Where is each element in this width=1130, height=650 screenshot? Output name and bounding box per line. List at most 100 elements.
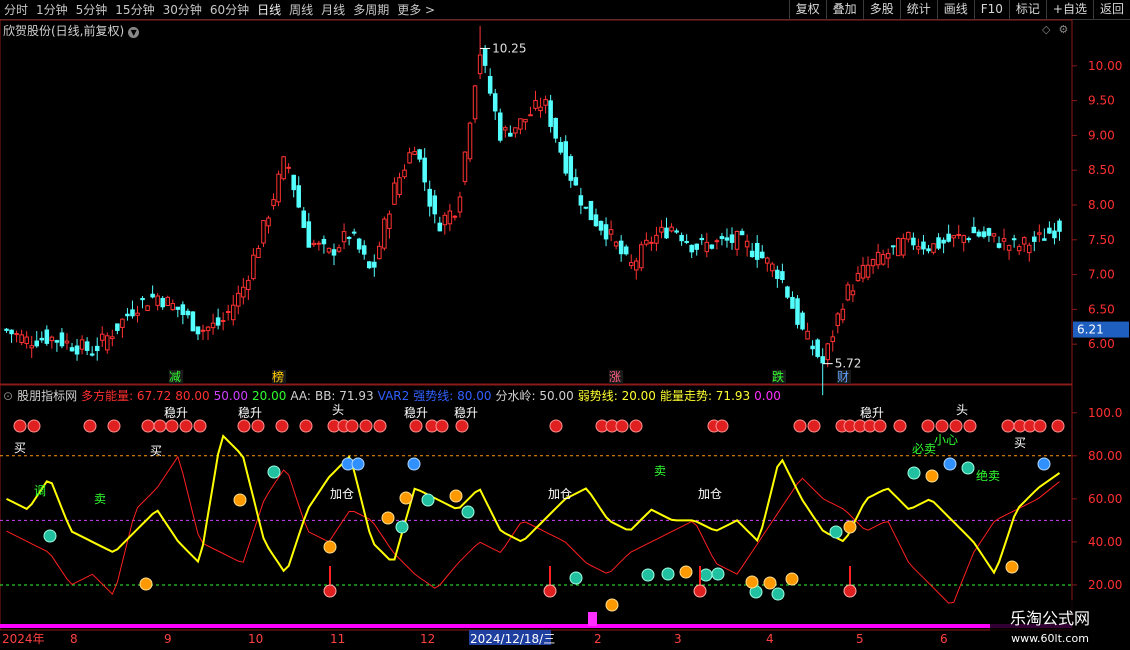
signal-ball-red — [455, 419, 469, 433]
up-arrow-ball — [693, 584, 707, 598]
signal-ball-blue — [1037, 457, 1051, 471]
candle-body — [402, 169, 407, 178]
candle-body — [130, 309, 135, 317]
candle-body — [120, 318, 125, 328]
candle-body — [563, 141, 569, 174]
candle-body — [145, 305, 150, 311]
signal-ball-red — [615, 419, 629, 433]
signal-ball-red — [873, 419, 887, 433]
signal-ball-red — [963, 419, 977, 433]
candle-body — [694, 243, 700, 250]
candle-body — [780, 271, 785, 281]
price-tick-label: 6.50 — [1088, 302, 1115, 316]
signal-ball-red — [141, 419, 155, 433]
candle-body — [744, 240, 750, 248]
candle-body — [89, 353, 95, 356]
candle-body — [845, 284, 851, 301]
candle-body — [321, 238, 327, 245]
signal-ball-green — [661, 567, 675, 581]
candle-body — [679, 234, 684, 242]
candle-body — [608, 229, 614, 235]
candle-body — [326, 247, 332, 253]
candle-body — [618, 240, 624, 255]
signal-ball-red — [1051, 419, 1065, 433]
candle-body — [593, 214, 599, 227]
signal-label: 小心 — [934, 433, 958, 447]
signal-ball-red — [1033, 419, 1047, 433]
candle-body — [160, 297, 165, 308]
candle-body — [860, 264, 866, 279]
candle-body — [492, 93, 498, 112]
signal-label: 加仓 — [548, 487, 572, 501]
candle-body — [518, 118, 523, 130]
signal-label: 绝卖 — [976, 468, 1000, 483]
candle-body — [49, 336, 55, 342]
candle-body — [412, 151, 417, 155]
candle-body — [840, 308, 846, 321]
signal-ball-red — [715, 419, 729, 433]
price-marker: 榜 — [272, 369, 284, 384]
signal-label: 稳升 — [164, 405, 188, 420]
candle-body — [729, 234, 735, 243]
signal-ball-red — [629, 419, 643, 433]
indicator-tick-label: 100.0 — [1088, 406, 1122, 420]
candle-body — [256, 247, 261, 258]
candle-body — [79, 339, 85, 350]
signal-ball-red — [921, 419, 935, 433]
candle-body — [291, 174, 296, 191]
candle-body — [936, 237, 941, 249]
watermark-url: www.60lt.com — [1011, 632, 1089, 645]
candle-body — [639, 244, 644, 269]
signal-ball-orange — [233, 493, 247, 507]
date-label: 8 — [70, 632, 78, 646]
candle-body — [210, 322, 216, 329]
candle-body — [215, 317, 221, 326]
candle-body — [266, 217, 271, 227]
candle-body — [306, 221, 312, 248]
candle-body — [855, 272, 861, 282]
signal-ball-orange — [449, 489, 463, 503]
candle-body — [684, 240, 689, 243]
candle-body — [850, 290, 856, 296]
candle-body — [916, 246, 921, 250]
candle-body — [155, 295, 160, 306]
candle-body — [4, 328, 9, 331]
candle-body — [669, 226, 674, 232]
candle-body — [578, 195, 584, 206]
candle-body — [1021, 237, 1027, 245]
candle-body — [276, 173, 281, 203]
candle-body — [200, 329, 206, 332]
candle-body — [442, 214, 448, 226]
candle-body — [437, 222, 443, 232]
candle-body — [966, 238, 972, 241]
candle-body — [1052, 230, 1057, 239]
candle-body — [482, 48, 488, 66]
candle-body — [69, 347, 75, 352]
candle-body — [800, 312, 805, 330]
candle-body — [1032, 236, 1037, 242]
signal-label: 调 — [34, 484, 46, 498]
candle-body — [331, 249, 337, 256]
chart-canvas[interactable]: 10.00 9.50 9.00 8.50 8.00 7.50 7.00 6.50 6.00 100… — [0, 0, 1130, 650]
candle-body — [59, 332, 65, 347]
bottom-magenta-bar — [0, 624, 1072, 628]
candle-body — [1057, 220, 1062, 232]
up-arrow-ball — [543, 584, 557, 598]
candle-body — [810, 345, 815, 350]
candle-body — [361, 245, 367, 255]
candle-body — [220, 320, 226, 323]
signal-ball-orange — [323, 540, 337, 554]
price-marker: 涨 — [609, 369, 621, 384]
candle-body — [9, 329, 14, 335]
date-label: 5 — [856, 632, 864, 646]
candle-body — [588, 200, 594, 221]
signal-ball-red — [107, 419, 121, 433]
signal-ball-red — [807, 419, 821, 433]
signal-label: 稳升 — [404, 405, 428, 420]
candle-body — [825, 343, 830, 361]
candle-body — [1001, 238, 1007, 242]
signal-ball-red — [179, 419, 193, 433]
candle-body — [815, 339, 820, 357]
candle-body — [296, 185, 301, 208]
candle-body — [19, 334, 24, 344]
